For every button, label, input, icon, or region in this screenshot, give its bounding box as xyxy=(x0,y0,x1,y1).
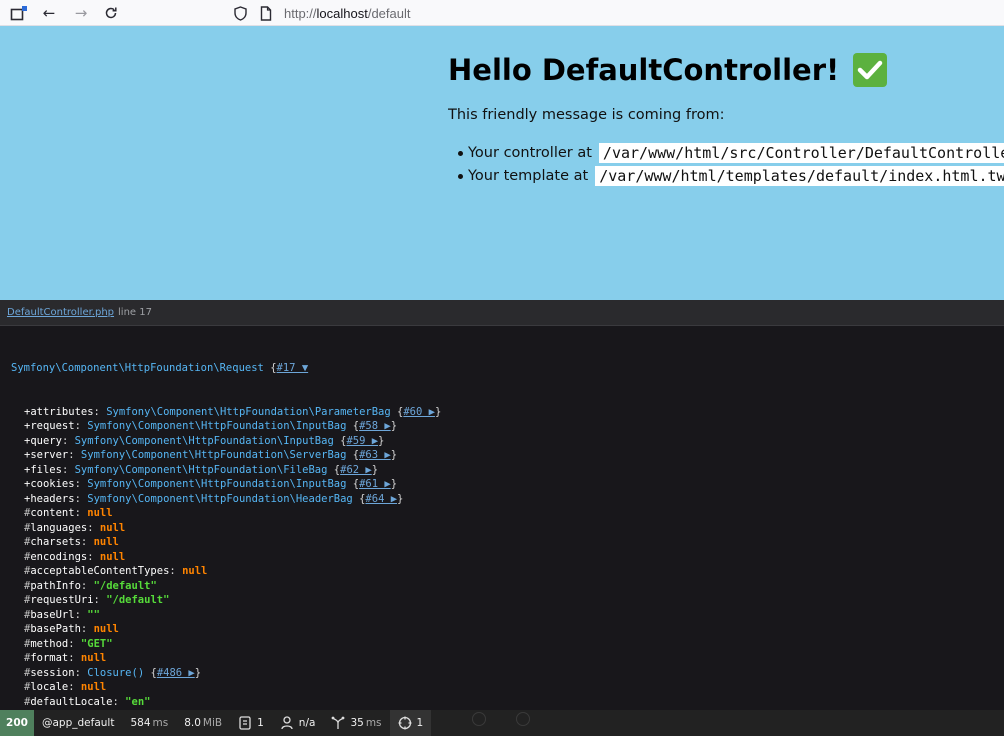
list-item: Your controller at /var/www/html/src/Con… xyxy=(458,141,1004,164)
faint-overlay-icon xyxy=(516,712,530,726)
dump-line-requestUri: #requestUri: "/default" xyxy=(24,594,170,606)
intro-text: This friendly message is coming from: xyxy=(448,107,725,123)
dump-line: line 17 xyxy=(118,307,152,318)
faint-overlay-icon xyxy=(472,712,486,726)
dump-line-acceptableContentTypes: #acceptableContentTypes: null xyxy=(24,565,208,577)
user-icon xyxy=(280,716,294,730)
profiler-toolbar: 200 @app_default 584 ms 8.0 MiB 1 n/a 35 ms… xyxy=(0,710,1004,736)
dump-line-method: #method: "GET" xyxy=(24,637,113,650)
dump-header: DefaultController.php line 17 xyxy=(0,300,1004,326)
page-title: Hello DefaultController! xyxy=(448,52,1004,88)
events-item[interactable]: 35 ms xyxy=(323,710,389,736)
time-item[interactable]: 584 ms xyxy=(122,710,176,736)
dump-body: Symfony\Component\HttpFoundation\Request… xyxy=(0,326,1004,710)
dump-line-encodings: #encodings: null xyxy=(24,550,126,563)
form-icon xyxy=(238,716,252,730)
dump-line-files: +files: Symfony\Component\HttpFoundation… xyxy=(24,463,379,476)
path-list: Your controller at /var/www/html/src/Con… xyxy=(448,141,1004,187)
dump-toggle[interactable]: #62 ▶ xyxy=(340,464,372,476)
events-icon xyxy=(331,716,345,730)
dump-line-content: #content: null xyxy=(24,507,113,519)
dump-line-locale: #locale: null xyxy=(24,681,107,693)
status-badge[interactable]: 200 xyxy=(0,710,34,736)
reload-icon[interactable] xyxy=(100,3,122,23)
dump-icon xyxy=(398,716,412,730)
dump-line-cookies: +cookies: Symfony\Component\HttpFoundati… xyxy=(24,478,398,490)
dump-line-defaultLocale: #defaultLocale: "en" xyxy=(24,695,151,708)
dump-item[interactable]: 1 xyxy=(389,710,432,736)
dump-root-line: Symfony\Component\HttpFoundation\Request… xyxy=(11,362,309,374)
memory-item[interactable]: 8.0 MiB xyxy=(176,710,230,736)
dump-line-languages: #languages: null xyxy=(24,521,126,534)
forward-arrow-icon[interactable]: → xyxy=(70,3,92,23)
dump-toggle[interactable]: #63 ▶ xyxy=(359,449,391,461)
dump-line-session: #session: Closure() {#486 ▶} xyxy=(24,666,202,679)
template-path: /var/www/html/templates/default/index.ht… xyxy=(595,165,1004,186)
var-dump-panel: DefaultController.php line 17 Symfony\Co… xyxy=(0,300,1004,710)
dump-toggle[interactable]: #60 ▶ xyxy=(403,406,435,418)
forms-item[interactable]: 1 xyxy=(230,710,272,736)
dump-toggle[interactable]: #486 ▶ xyxy=(157,667,195,679)
page-icon[interactable] xyxy=(256,3,276,23)
dump-line-basePath: #basePath: null xyxy=(24,623,119,635)
check-mark-icon xyxy=(853,53,888,87)
dump-toggle[interactable]: #17 ▼ xyxy=(277,362,309,374)
browser-toolbar: ← → http://localhost/default xyxy=(0,0,1004,26)
url-bar[interactable]: http://localhost/default xyxy=(222,0,1004,26)
url-text[interactable]: http://localhost/default xyxy=(284,6,411,21)
page-content: Hello DefaultController! This friendly m… xyxy=(0,26,1004,300)
dump-line-baseUrl: #baseUrl: "" xyxy=(24,608,100,621)
dump-line-headers: +headers: Symfony\Component\HttpFoundati… xyxy=(24,492,404,505)
dump-line-charsets: #charsets: null xyxy=(24,536,119,548)
dump-toggle[interactable]: #61 ▶ xyxy=(359,478,391,490)
shield-icon[interactable] xyxy=(230,3,250,23)
dump-line-attributes: +attributes: Symfony\Component\HttpFound… xyxy=(24,405,442,418)
dump-toggle[interactable]: #64 ▶ xyxy=(365,493,397,505)
dump-toggle[interactable]: #58 ▶ xyxy=(359,420,391,432)
dump-line-server: +server: Symfony\Component\HttpFoundatio… xyxy=(24,449,398,461)
dump-line-query: +query: Symfony\Component\HttpFoundation… xyxy=(24,434,385,447)
dump-line-pathInfo: #pathInfo: "/default" xyxy=(24,579,157,592)
new-tab-icon[interactable] xyxy=(8,3,30,23)
dump-toggle[interactable]: #59 ▶ xyxy=(346,435,378,447)
dump-file-link[interactable]: DefaultController.php xyxy=(7,307,114,318)
dump-line-request: +request: Symfony\Component\HttpFoundati… xyxy=(24,420,398,432)
dump-line-format: #format: null xyxy=(24,652,107,664)
welcome-section: Hello DefaultController! This friendly m… xyxy=(448,26,1004,187)
controller-path: /var/www/html/src/Controller/DefaultCont… xyxy=(598,142,1004,163)
back-arrow-icon[interactable]: ← xyxy=(38,3,60,23)
list-item: Your template at /var/www/html/templates… xyxy=(458,164,1004,187)
user-item[interactable]: n/a xyxy=(272,710,324,736)
route-item[interactable]: @app_default xyxy=(34,710,122,736)
